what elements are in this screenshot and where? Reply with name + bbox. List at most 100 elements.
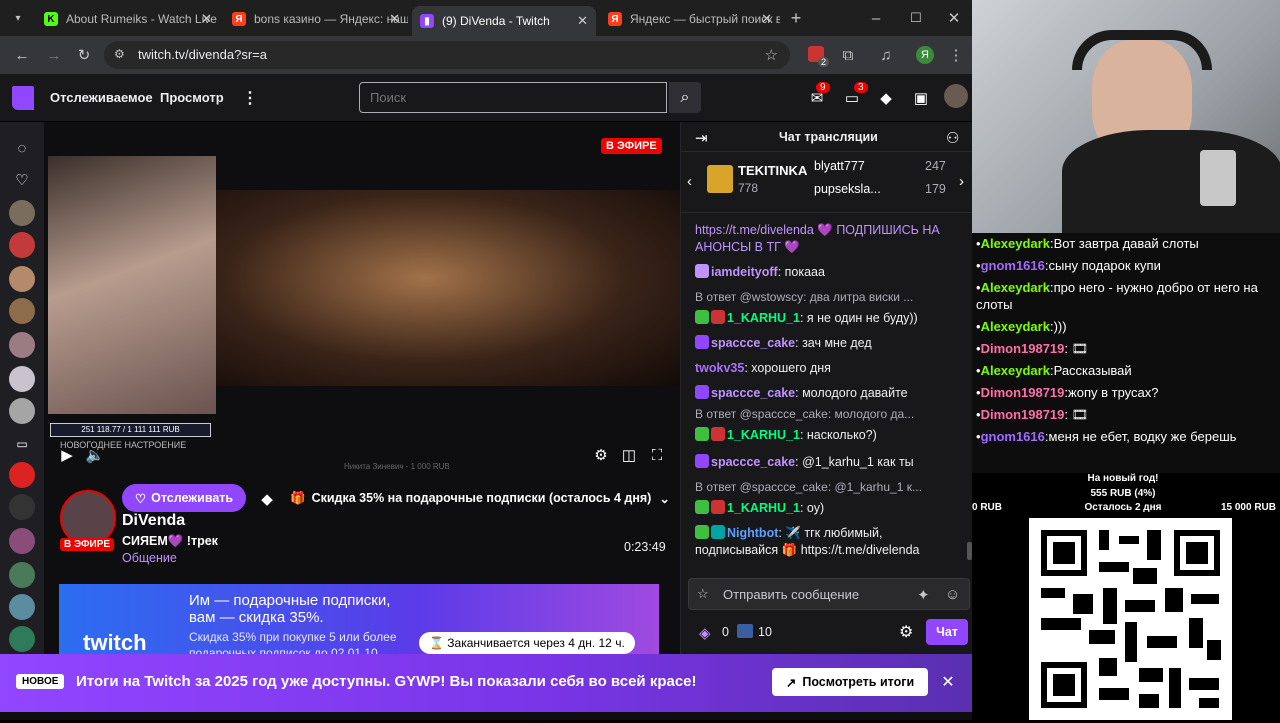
channel-avatar[interactable] xyxy=(9,494,35,520)
chat-text[interactable]: https://t.me/divelenda 💜 ПОДПИШИСЬ НА АН… xyxy=(695,223,940,254)
kick-icon: K xyxy=(44,12,58,26)
volume-icon[interactable]: 🔈 xyxy=(86,446,105,464)
nav-browse[interactable]: Просмотр xyxy=(160,90,224,105)
extensions-puzzle-icon[interactable]: ⧉ xyxy=(838,45,858,65)
profile-avatar[interactable]: Я xyxy=(916,46,934,64)
play-icon[interactable]: ▶ xyxy=(58,446,76,464)
chat-username[interactable]: iamdeityoff xyxy=(711,265,778,279)
view-recap-button[interactable]: ↗ Посмотреть итоги xyxy=(772,668,928,696)
channel-avatar[interactable] xyxy=(9,200,35,226)
browser-menu-icon[interactable]: ⋮ xyxy=(946,45,966,65)
twitch-logo-icon[interactable] xyxy=(12,86,34,110)
browser-tab-yandex-1[interactable]: Я bons казино — Яндекс: нашлось ✕ xyxy=(224,6,408,32)
channel-avatar[interactable] xyxy=(9,232,35,258)
channel-avatar[interactable] xyxy=(9,626,35,652)
gifter-name[interactable]: pupseksla... xyxy=(814,182,881,196)
chevron-left-icon[interactable]: ‹ xyxy=(687,173,692,190)
extension-icon[interactable]: 2 xyxy=(808,46,829,67)
tab-search-icon[interactable]: ▾ xyxy=(8,8,28,28)
chat-text: @1_karhu_1 как ты xyxy=(802,455,914,469)
close-icon[interactable]: ✕ xyxy=(761,11,772,27)
chat-username[interactable]: spaccce_cake xyxy=(711,386,795,400)
chevron-right-icon[interactable]: › xyxy=(959,173,964,190)
gift-promo-button[interactable]: 🎁 Скидка 35% на подарочные подписки (ост… xyxy=(290,484,680,512)
settings-gear-icon[interactable]: ⚙ xyxy=(592,446,610,464)
chat-message: https://t.me/divelenda 💜 ПОДПИШИСЬ НА АН… xyxy=(681,220,967,258)
points-icon[interactable]: ☆ xyxy=(697,586,709,602)
chat-username[interactable]: 1_KARHU_1 xyxy=(727,311,800,325)
chat-username[interactable]: 1_KARHU_1 xyxy=(727,501,800,515)
bits-icon[interactable]: ◆ xyxy=(876,88,896,108)
new-badge: НОВОЕ xyxy=(16,674,65,689)
channel-avatar[interactable] xyxy=(9,562,35,588)
site-info-icon[interactable]: ⚙ xyxy=(114,47,125,61)
collapse-chat-icon[interactable]: ⇥ xyxy=(695,129,708,147)
emote-icon[interactable]: ☺ xyxy=(945,586,960,603)
maximize-icon[interactable]: ☐ xyxy=(906,8,926,28)
gifter-name[interactable]: blyatt777 xyxy=(814,159,865,173)
video-icon[interactable]: ▭ xyxy=(12,434,32,454)
channel-avatar[interactable] xyxy=(9,398,35,424)
follow-button[interactable]: ♡ Отслеживать xyxy=(122,484,246,512)
reply-context[interactable]: В ответ @spaccce_cake: @1_karhu_1 к... xyxy=(681,477,967,498)
browser-tab-kick[interactable]: K About Rumeiks - Watch Live ✕ xyxy=(36,6,220,32)
stream-category[interactable]: Общение xyxy=(122,551,177,565)
reply-context[interactable]: В ответ @wstowscy: два литра виски ... xyxy=(681,287,967,308)
chat-text: покааа xyxy=(784,265,825,279)
channel-points-icon[interactable]: ◈ xyxy=(699,624,711,642)
channel-avatar[interactable] xyxy=(9,332,35,358)
browser-tab-yandex-2[interactable]: Я Яндекс — быстрый поиск в ✕ xyxy=(600,6,780,32)
channel-avatar[interactable] xyxy=(9,528,35,554)
heart-icon[interactable]: ♡ xyxy=(12,170,32,190)
chat-username[interactable]: spaccce_cake xyxy=(711,455,795,469)
turbo-icon[interactable]: ▣ xyxy=(911,88,931,108)
chat-send-button[interactable]: Чат xyxy=(926,619,968,645)
reload-icon[interactable]: ↻ xyxy=(74,45,94,65)
search-button[interactable]: ⌕ xyxy=(669,82,701,113)
back-arrow-icon[interactable]: ← xyxy=(12,45,32,65)
chat-username[interactable]: spaccce_cake xyxy=(711,336,795,350)
top-gifter-name[interactable]: TEKITINKA xyxy=(738,163,807,178)
channel-avatar[interactable] xyxy=(9,366,35,392)
address-field[interactable]: ⚙ twitch.tv/divenda?sr=a ☆ xyxy=(104,41,790,69)
chat-input[interactable]: ☆ Отправить сообщение ✦ ☺ xyxy=(688,578,970,610)
window-close-icon[interactable]: ✕ xyxy=(944,8,964,28)
close-icon[interactable]: ✕ xyxy=(389,11,400,27)
user-avatar[interactable] xyxy=(944,84,968,108)
video-player[interactable]: В ЭФИРЕ 251 118.77 / 1 111 111 RUB НОВОГ… xyxy=(44,122,680,476)
sparkle-icon[interactable]: ✦ xyxy=(917,586,930,604)
gift-sub-banner[interactable]: twitch Им — подарочные подписки, вам — с… xyxy=(59,584,659,654)
channel-avatar[interactable] xyxy=(9,298,35,324)
chat-settings-icon[interactable]: ⚙ xyxy=(899,622,913,642)
collapse-sidebar-icon[interactable]: ◌ xyxy=(12,138,32,158)
chat-username[interactable]: Nightbot xyxy=(727,526,778,540)
reply-context[interactable]: В ответ @spaccce_cake: молодого да... xyxy=(681,404,967,425)
close-icon[interactable]: ✕ xyxy=(938,672,958,692)
channel-avatar[interactable] xyxy=(9,462,35,488)
chat-username[interactable]: twokv35 xyxy=(695,361,744,375)
media-controls-icon[interactable]: ♫ xyxy=(876,45,896,65)
chat-username[interactable]: 1_KARHU_1 xyxy=(727,428,800,442)
search-input[interactable] xyxy=(359,82,667,113)
community-icon[interactable]: ⚇ xyxy=(946,129,959,147)
bookmark-star-icon[interactable]: ☆ xyxy=(765,46,778,64)
minimize-icon[interactable]: – xyxy=(866,8,886,28)
browser-tab-twitch[interactable]: ▮ (9) DiVenda - Twitch ✕ xyxy=(412,6,596,36)
nav-following[interactable]: Отслеживаемое xyxy=(50,90,153,105)
channel-name[interactable]: DiVenda xyxy=(122,512,185,530)
goal-amount: 555 RUB (4%) xyxy=(1090,488,1156,499)
close-icon[interactable]: ✕ xyxy=(201,11,212,27)
theatre-mode-icon[interactable]: ◫ xyxy=(620,446,638,464)
streamer-webcam-overlay xyxy=(972,0,1280,233)
channel-avatar[interactable] xyxy=(9,266,35,292)
overlay-text: 🎞 xyxy=(1071,341,1089,356)
close-icon[interactable]: ✕ xyxy=(577,13,588,29)
channel-avatar[interactable] xyxy=(9,594,35,620)
more-menu-icon[interactable]: ⋮ xyxy=(242,88,258,108)
goal-title: На новый год! xyxy=(1087,473,1159,484)
fullscreen-icon[interactable]: ⛶ xyxy=(648,446,666,464)
forward-arrow-icon[interactable]: → xyxy=(44,45,64,65)
bits-icon[interactable]: ◆ xyxy=(256,488,278,510)
new-tab-button[interactable]: + xyxy=(786,8,806,28)
gifter-count: 179 xyxy=(925,182,946,196)
